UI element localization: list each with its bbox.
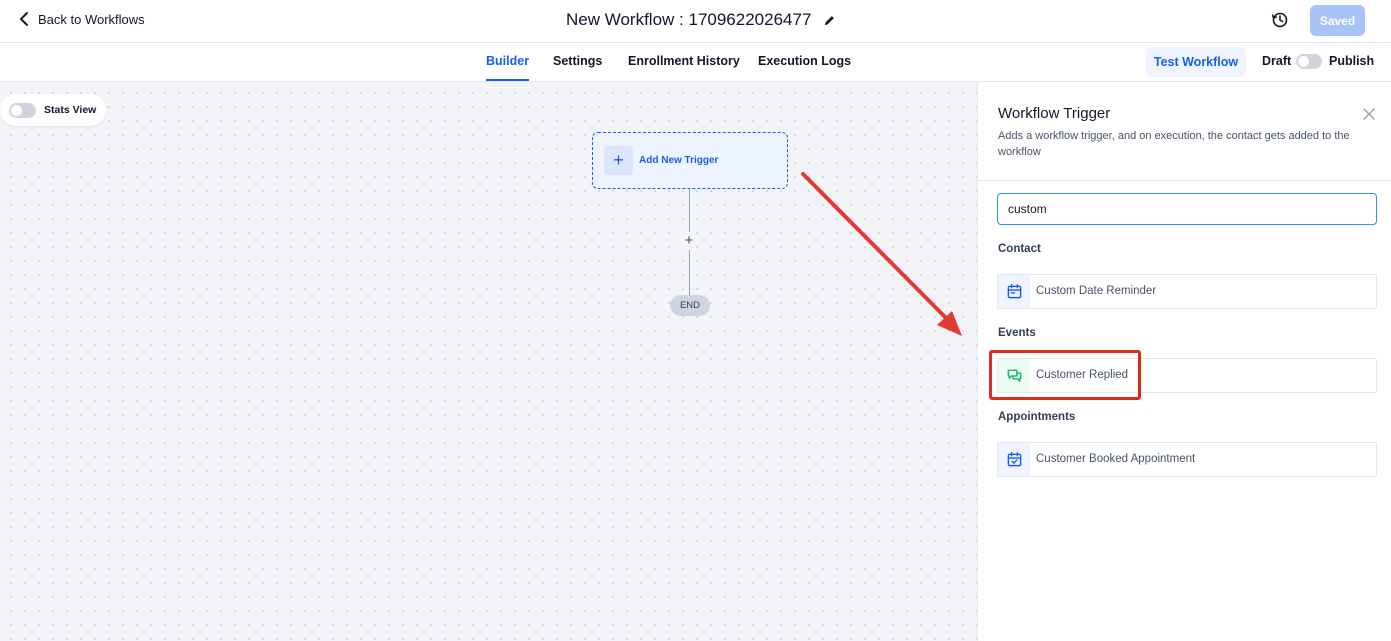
toggle-knob bbox=[1298, 56, 1309, 67]
option-custom-date-reminder[interactable]: Custom Date Reminder bbox=[997, 274, 1377, 309]
end-node: END bbox=[670, 295, 710, 316]
plus-icon: + bbox=[604, 146, 633, 175]
tab-enrollment-history[interactable]: Enrollment History bbox=[628, 54, 740, 68]
trigger-search-input[interactable] bbox=[997, 193, 1377, 225]
draft-label: Draft bbox=[1262, 54, 1292, 68]
pencil-icon[interactable] bbox=[823, 14, 836, 27]
history-icon[interactable] bbox=[1271, 11, 1289, 29]
option-customer-booked-appointment[interactable]: Customer Booked Appointment bbox=[997, 442, 1377, 477]
stats-view-label: Stats View bbox=[44, 104, 97, 116]
tab-execution-logs[interactable]: Execution Logs bbox=[758, 54, 851, 68]
publish-toggle[interactable] bbox=[1296, 54, 1322, 69]
panel-description: Adds a workflow trigger, and on executio… bbox=[998, 130, 1350, 158]
toggle-knob bbox=[11, 105, 22, 116]
section-label-contact: Contact bbox=[998, 243, 1041, 255]
close-icon[interactable] bbox=[1362, 107, 1376, 121]
tab-builder[interactable]: Builder bbox=[486, 54, 530, 81]
section-label-appointments: Appointments bbox=[998, 411, 1076, 423]
stats-view-toggle[interactable] bbox=[9, 103, 36, 118]
chevron-left-icon bbox=[20, 12, 28, 26]
divider bbox=[978, 180, 1391, 181]
add-new-trigger-node[interactable]: + Add New Trigger bbox=[592, 132, 788, 189]
tab-settings[interactable]: Settings bbox=[553, 54, 602, 68]
back-to-workflows-link[interactable]: Back to Workflows bbox=[18, 11, 145, 27]
stats-view-control: Stats View bbox=[0, 94, 106, 126]
option-label: Custom Date Reminder bbox=[1036, 285, 1157, 297]
option-label: Customer Booked Appointment bbox=[1036, 453, 1196, 465]
add-step-button[interactable]: + bbox=[682, 232, 696, 250]
top-header: Back to Workflows New Workflow : 1709622… bbox=[0, 0, 1391, 43]
trigger-label: Add New Trigger bbox=[639, 155, 719, 166]
back-label: Back to Workflows bbox=[38, 11, 145, 27]
section-label-events: Events bbox=[998, 327, 1036, 339]
workflow-title: New Workflow : 1709622026477 bbox=[566, 10, 836, 30]
saved-button[interactable]: Saved bbox=[1310, 5, 1365, 36]
tabs-bar: Builder Settings Enrollment History Exec… bbox=[0, 43, 1391, 82]
panel-title: Workflow Trigger bbox=[998, 105, 1111, 122]
test-workflow-button[interactable]: Test Workflow bbox=[1146, 47, 1246, 77]
workflow-canvas[interactable]: Stats View + Add New Trigger + END bbox=[0, 82, 977, 641]
publish-label: Publish bbox=[1329, 54, 1375, 68]
workflow-title-text: New Workflow : 1709622026477 bbox=[566, 10, 812, 29]
calendar-check-icon bbox=[998, 443, 1030, 476]
annotation-highlight-box bbox=[989, 350, 1141, 400]
calendar-icon bbox=[998, 275, 1030, 308]
